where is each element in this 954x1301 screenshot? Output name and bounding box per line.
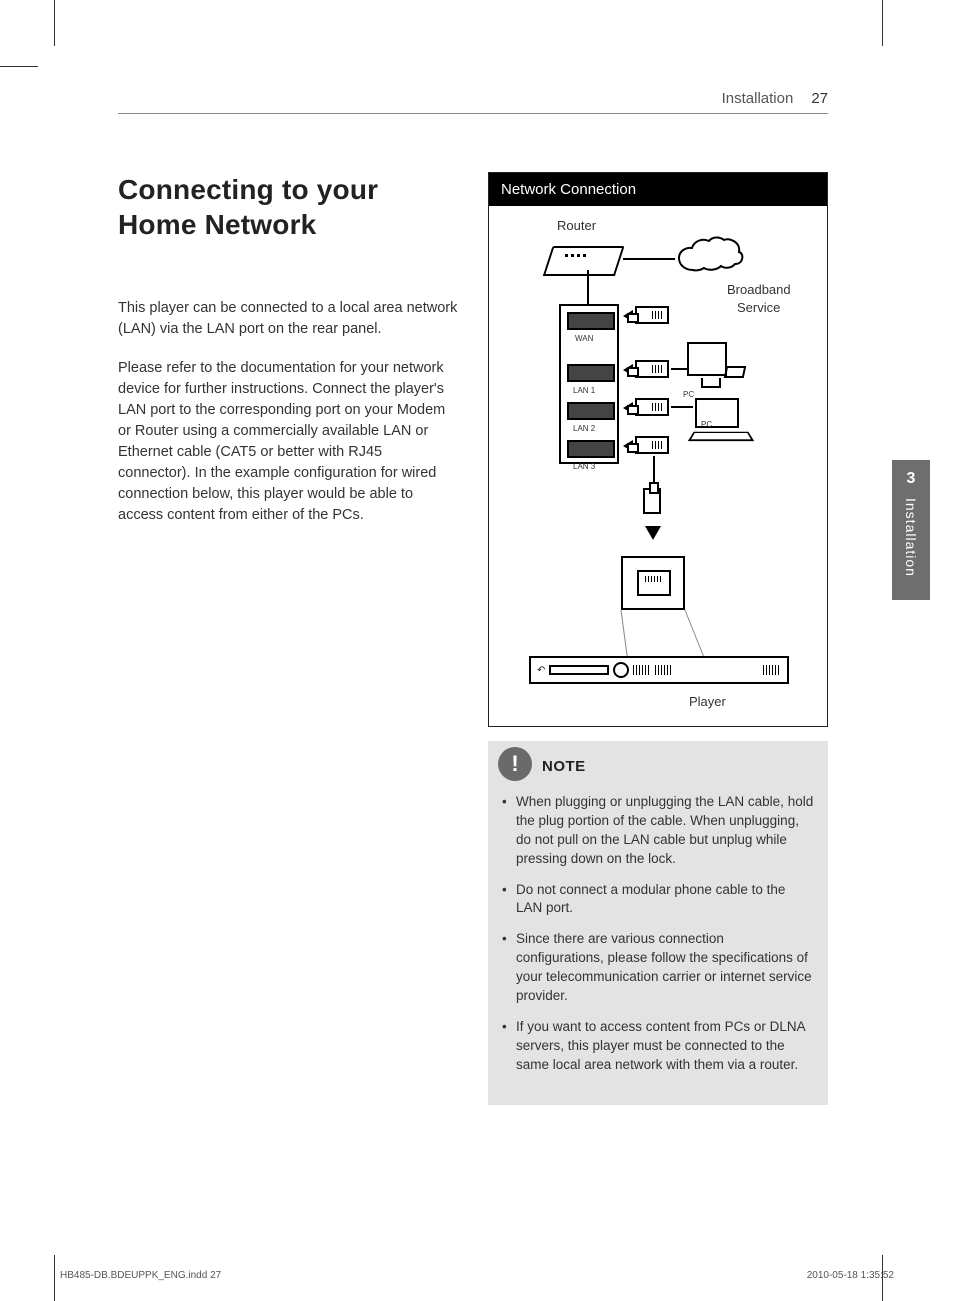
- player-lan-port-icon: [621, 556, 685, 610]
- wire: [587, 270, 589, 304]
- wan-port: [567, 312, 615, 330]
- instruction-paragraph: Please refer to the documentation for yo…: [118, 358, 458, 526]
- print-timestamp: 2010-05-18 1:35:52: [807, 1270, 894, 1281]
- diagram-body: Router Broadband Service: [489, 206, 827, 726]
- note-item: Since there are various connection confi…: [502, 930, 814, 1006]
- cable-icon: [635, 306, 669, 324]
- pc-label-2: PC: [701, 420, 712, 429]
- lan2-port: [567, 402, 615, 420]
- lan1-port: [567, 364, 615, 382]
- router-leds: [565, 254, 586, 257]
- diagram-title: Network Connection: [489, 173, 827, 206]
- lan3-port: [567, 440, 615, 458]
- page-content: Installation 27 Connecting to your Home …: [118, 90, 828, 1105]
- chapter-label: Installation: [903, 498, 919, 577]
- lan2-label: LAN 2: [573, 424, 595, 433]
- intro-paragraph: This player can be connected to a local …: [118, 298, 458, 340]
- note-item: If you want to access content from PCs o…: [502, 1018, 814, 1075]
- network-diagram: Network Connection Router Broadband Serv…: [488, 172, 828, 727]
- note-title: NOTE: [542, 758, 586, 775]
- player-label: Player: [689, 694, 726, 709]
- crop-mark: [882, 0, 883, 46]
- wan-label: WAN: [575, 334, 593, 343]
- keyboard-icon: [724, 366, 747, 378]
- chapter-number: 3: [907, 470, 916, 488]
- broadband-label-2: Service: [737, 300, 780, 315]
- section-name: Installation: [722, 90, 794, 107]
- wire: [671, 406, 693, 408]
- wire: [623, 258, 675, 260]
- broadband-label-1: Broadband: [727, 282, 791, 297]
- page-title: Connecting to your Home Network: [118, 172, 458, 242]
- note-icon: !: [498, 747, 532, 781]
- cable-icon: [635, 398, 669, 416]
- pc-icon: [687, 342, 727, 376]
- left-column: Connecting to your Home Network This pla…: [118, 172, 458, 1105]
- page-header: Installation 27: [118, 90, 828, 114]
- note-box: ! NOTE When plugging or unplugging the L…: [488, 741, 828, 1105]
- switch-icon: [559, 304, 619, 464]
- cloud-icon: [675, 236, 745, 282]
- crop-mark: [54, 0, 55, 46]
- player-rear-icon: ↶: [529, 656, 789, 684]
- rj45-plug-icon: [643, 488, 661, 514]
- router-label: Router: [557, 218, 596, 233]
- note-item: Do not connect a modular phone cable to …: [502, 881, 814, 919]
- router-icon: [545, 246, 624, 268]
- cable-icon: [635, 360, 669, 378]
- source-file: HB485-DB.BDEUPPK_ENG.indd 27: [60, 1270, 221, 1281]
- note-list: When plugging or unplugging the LAN cabl…: [502, 793, 814, 1075]
- crop-mark: [0, 66, 38, 67]
- note-item: When plugging or unplugging the LAN cabl…: [502, 793, 814, 869]
- lan1-label: LAN 1: [573, 386, 595, 395]
- page-number: 27: [811, 90, 828, 107]
- cable-icon: [635, 436, 669, 454]
- lan3-label: LAN 3: [573, 462, 595, 471]
- crop-mark: [54, 1255, 55, 1301]
- print-footer: HB485-DB.BDEUPPK_ENG.indd 27 2010-05-18 …: [60, 1270, 894, 1281]
- pc-label-1: PC: [683, 390, 694, 399]
- right-column: Network Connection Router Broadband Serv…: [488, 172, 828, 1105]
- chapter-tab: 3 Installation: [892, 460, 930, 600]
- down-arrow-icon: [645, 526, 661, 540]
